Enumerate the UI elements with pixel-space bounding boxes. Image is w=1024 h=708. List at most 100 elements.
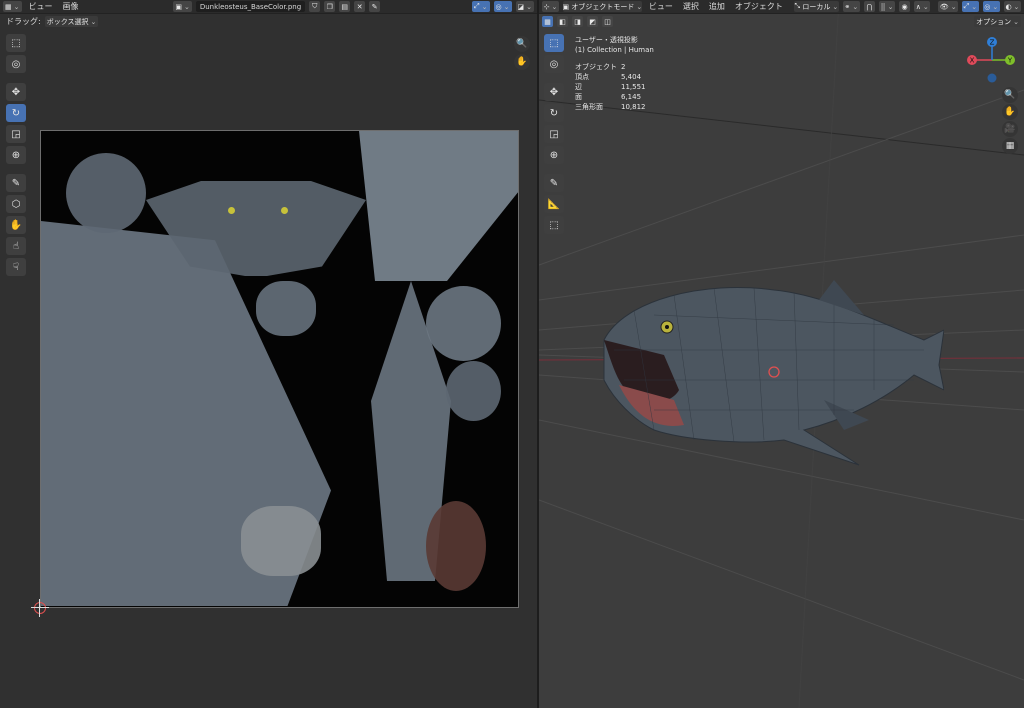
dunkleosteus-model[interactable] [594, 280, 944, 480]
stat-row: 面 6,145 [575, 93, 642, 101]
overlay-toggle-icon[interactable]: ◎ [982, 1, 1000, 12]
unlink-image-close-icon[interactable]: ✕ [354, 1, 366, 12]
fake-user-shield-icon[interactable]: ⛉ [309, 1, 321, 12]
uv-island-fin [66, 153, 146, 233]
menu-add[interactable]: 追加 [706, 1, 728, 12]
move-tool-icon[interactable]: ✥ [544, 83, 564, 101]
menu-object[interactable]: オブジェクト [732, 1, 786, 12]
shading-icon[interactable]: ◐ [1003, 1, 1021, 12]
gizmo-toggle-icon[interactable]: ⤢ [962, 1, 979, 12]
proportional-edit-icon[interactable]: ◉ [899, 1, 911, 12]
pan-hand-icon[interactable]: ✋ [514, 54, 530, 70]
3d-viewport[interactable]: ⊹ ▣ オブジェクトモード ビュー 選択 追加 オブジェクト ⤡ ローカル ⚭ … [539, 0, 1024, 708]
uv-editor: ▦ ビュー 画像 ▣ Dunkleosteus_BaseColor.png ⛉ … [0, 0, 537, 708]
eye-texture-right [281, 207, 288, 214]
uv-toolbar: ⬚ ◎ ✥ ↻ ◲ ⊕ ✎ ⬡ ✋ ☝ ☟ [6, 34, 28, 276]
orientation-label: ローカル [802, 2, 831, 11]
open-image-icon[interactable]: ▤ [339, 1, 351, 12]
stat-row: 辺 11,551 [575, 83, 646, 91]
editor-type-button[interactable]: ⊹ [542, 1, 559, 12]
rip-region-tool-icon[interactable]: ⬡ [6, 195, 26, 213]
viewport-info-overlay: ユーザー・透視投影 (1) Collection | Human [575, 35, 654, 55]
pan-hand-icon[interactable]: ✋ [1002, 104, 1018, 120]
display-channels-icon[interactable]: ◪ [515, 1, 534, 12]
eye-texture-left [228, 207, 235, 214]
2d-cursor-icon[interactable] [31, 599, 49, 617]
uv-island-pelvic [446, 361, 501, 421]
options-dropdown[interactable]: オプション [974, 16, 1021, 27]
mode-cube-icon: ▣ [562, 2, 570, 11]
ortho-grid-icon[interactable]: ▦ [1002, 138, 1018, 154]
cursor-tool-icon[interactable]: ◎ [6, 55, 26, 73]
scale-tool-icon[interactable]: ◲ [544, 125, 564, 143]
overlay-toggle-icon[interactable]: ◎ [493, 1, 512, 12]
rotate-tool-icon[interactable]: ↻ [6, 104, 26, 122]
uv-island-pectoral [426, 286, 501, 361]
transform-tool-icon[interactable]: ⊕ [544, 146, 564, 164]
annotate-tool-icon[interactable]: ✎ [544, 174, 564, 192]
collection-info: (1) Collection | Human [575, 46, 654, 54]
navigation-gizmo[interactable]: X Y Z [962, 34, 1018, 86]
orientation-icon: ⤡ [794, 2, 801, 10]
select-mode-intersect-icon[interactable]: ◫ [602, 16, 613, 27]
uv-texture-image[interactable] [40, 130, 519, 608]
drag-label: ドラッグ: [6, 17, 41, 26]
gizmo-y-label: Y [1007, 57, 1013, 65]
visibility-icon[interactable]: 👁 [938, 1, 959, 12]
transform-orientation-dropdown[interactable]: ⤡ ローカル [793, 1, 839, 12]
annotate-tool-icon[interactable]: ✎ [6, 174, 26, 192]
relax-tool-icon[interactable]: ☝ [6, 237, 26, 255]
scene-statistics: オブジェクト 2 頂点 5,404 辺 11,551 面 6,145 三角形面 10,81… [575, 62, 646, 112]
uv-island-jaw [256, 281, 316, 336]
select-mode-new-icon[interactable]: ▦ [542, 16, 553, 27]
pinch-tool-icon[interactable]: ☟ [6, 258, 26, 276]
add-cube-tool-icon[interactable]: ⬚ [544, 216, 564, 234]
new-image-icon[interactable]: ❐ [324, 1, 336, 12]
move-tool-icon[interactable]: ✥ [6, 83, 26, 101]
pivot-icon[interactable]: ⚭ [842, 1, 860, 12]
uv-island-teeth [241, 506, 321, 576]
stat-row: 三角形面 10,812 [575, 103, 646, 111]
viewport-header: ⊹ ▣ オブジェクトモード ビュー 選択 追加 オブジェクト ⤡ ローカル ⚭ … [539, 0, 1024, 14]
scale-tool-icon[interactable]: ◲ [6, 125, 26, 143]
stat-row: 頂点 5,404 [575, 73, 642, 81]
gizmo-neg-z-axis[interactable] [987, 73, 997, 83]
stat-row: オブジェクト 2 [575, 63, 626, 71]
mode-label: オブジェクトモード [571, 2, 635, 11]
drag-mode-dropdown[interactable]: ボックス選択 [44, 16, 99, 27]
select-box-tool-icon[interactable]: ⬚ [6, 34, 26, 52]
transform-tool-icon[interactable]: ⊕ [6, 146, 26, 164]
select-mode-invert-icon[interactable]: ◩ [587, 16, 598, 27]
image-browse-button[interactable]: ▣ [173, 1, 192, 12]
pin-icon[interactable]: ✎ [369, 1, 381, 12]
grab-tool-icon[interactable]: ✋ [6, 216, 26, 234]
zoom-icon[interactable]: 🔍 [1002, 87, 1018, 103]
falloff-icon[interactable]: ∧ [914, 1, 931, 12]
uv-editor-header: ▦ ビュー 画像 ▣ Dunkleosteus_BaseColor.png ⛉ … [0, 0, 537, 14]
viewport-subheader: ▦ ◧ ◨ ◩ ◫ オプション [539, 14, 1024, 29]
menu-view[interactable]: ビュー [26, 1, 56, 12]
gizmo-z-label: Z [990, 39, 995, 47]
rotate-tool-icon[interactable]: ↻ [544, 104, 564, 122]
mode-dropdown[interactable]: ▣ オブジェクトモード [563, 1, 642, 12]
zoom-icon[interactable]: 🔍 [514, 36, 530, 52]
menu-select[interactable]: 選択 [680, 1, 702, 12]
snap-magnet-icon[interactable]: ⋂ [863, 1, 875, 12]
gizmo-x-label: X [970, 57, 975, 65]
editor-type-button[interactable]: ▦ [3, 1, 22, 12]
uv-tool-settings: ドラッグ: ボックス選択 [0, 14, 537, 29]
camera-view-icon[interactable]: 🎥 [1002, 121, 1018, 137]
uv-island-mouth-interior [426, 501, 486, 591]
image-name-field[interactable]: Dunkleosteus_BaseColor.png [195, 1, 306, 12]
gizmo-toggle-icon[interactable]: ⤢ [472, 1, 490, 12]
select-mode-subtract-icon[interactable]: ◨ [572, 16, 583, 27]
menu-view[interactable]: ビュー [646, 1, 676, 12]
uv-island-tail [359, 131, 518, 281]
menu-image[interactable]: 画像 [60, 1, 82, 12]
select-tool-icon[interactable]: ⬚ [544, 34, 564, 52]
snap-grid-icon[interactable]: ⣿ [878, 1, 896, 12]
select-mode-extend-icon[interactable]: ◧ [557, 16, 568, 27]
cursor-tool-icon[interactable]: ◎ [544, 55, 564, 73]
measure-tool-icon[interactable]: 📐 [544, 195, 564, 213]
viewport-toolbar: ⬚ ◎ ✥ ↻ ◲ ⊕ ✎ 📐 ⬚ [544, 34, 566, 234]
